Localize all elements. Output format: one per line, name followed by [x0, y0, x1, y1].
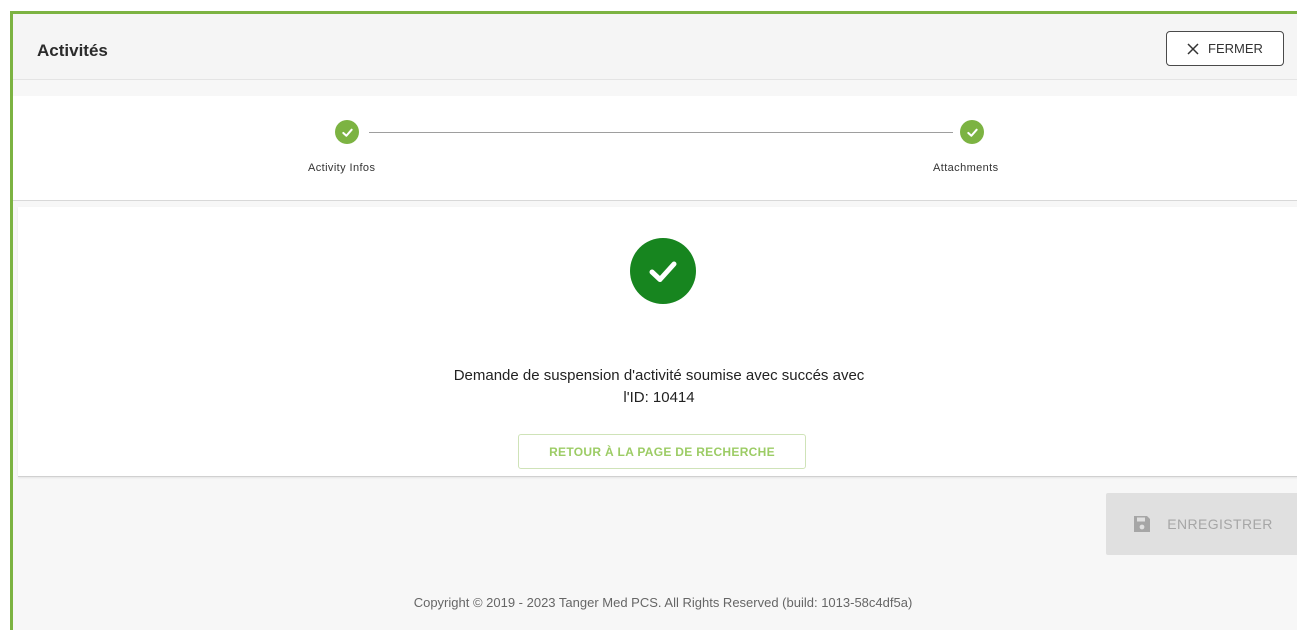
- step-connector: [369, 132, 953, 133]
- footer-copyright: Copyright © 2019 - 2023 Tanger Med PCS. …: [413, 595, 913, 610]
- stepper: Activity Infos Attachments: [13, 96, 1297, 201]
- dialog-frame: Activités FERMER Activity Infos Attachme…: [10, 11, 1297, 630]
- step-complete-icon[interactable]: [335, 120, 359, 144]
- save-button[interactable]: ENREGISTRER: [1106, 493, 1297, 555]
- step-label-attachments[interactable]: Attachments: [933, 162, 999, 174]
- step-label-activity-infos[interactable]: Activity Infos: [308, 162, 375, 174]
- close-button[interactable]: FERMER: [1166, 31, 1284, 66]
- result-card: Demande de suspension d'activité soumise…: [18, 207, 1297, 477]
- close-icon: [1187, 42, 1199, 55]
- step-complete-icon[interactable]: [960, 120, 984, 144]
- close-button-label: FERMER: [1208, 41, 1263, 56]
- check-icon: [341, 128, 353, 137]
- save-button-label: ENREGISTRER: [1167, 516, 1273, 532]
- check-icon: [966, 128, 978, 137]
- success-message-id: l'ID: 10414: [623, 389, 695, 406]
- back-to-search-button[interactable]: RETOUR À LA PAGE DE RECHERCHE: [518, 434, 806, 469]
- success-message: Demande de suspension d'activité soumise…: [453, 367, 865, 384]
- save-icon: [1134, 516, 1151, 532]
- success-check-icon: [630, 238, 696, 304]
- dialog-header: Activités FERMER: [13, 14, 1297, 80]
- check-icon: [649, 261, 677, 282]
- dialog-title: Activités: [37, 41, 108, 60]
